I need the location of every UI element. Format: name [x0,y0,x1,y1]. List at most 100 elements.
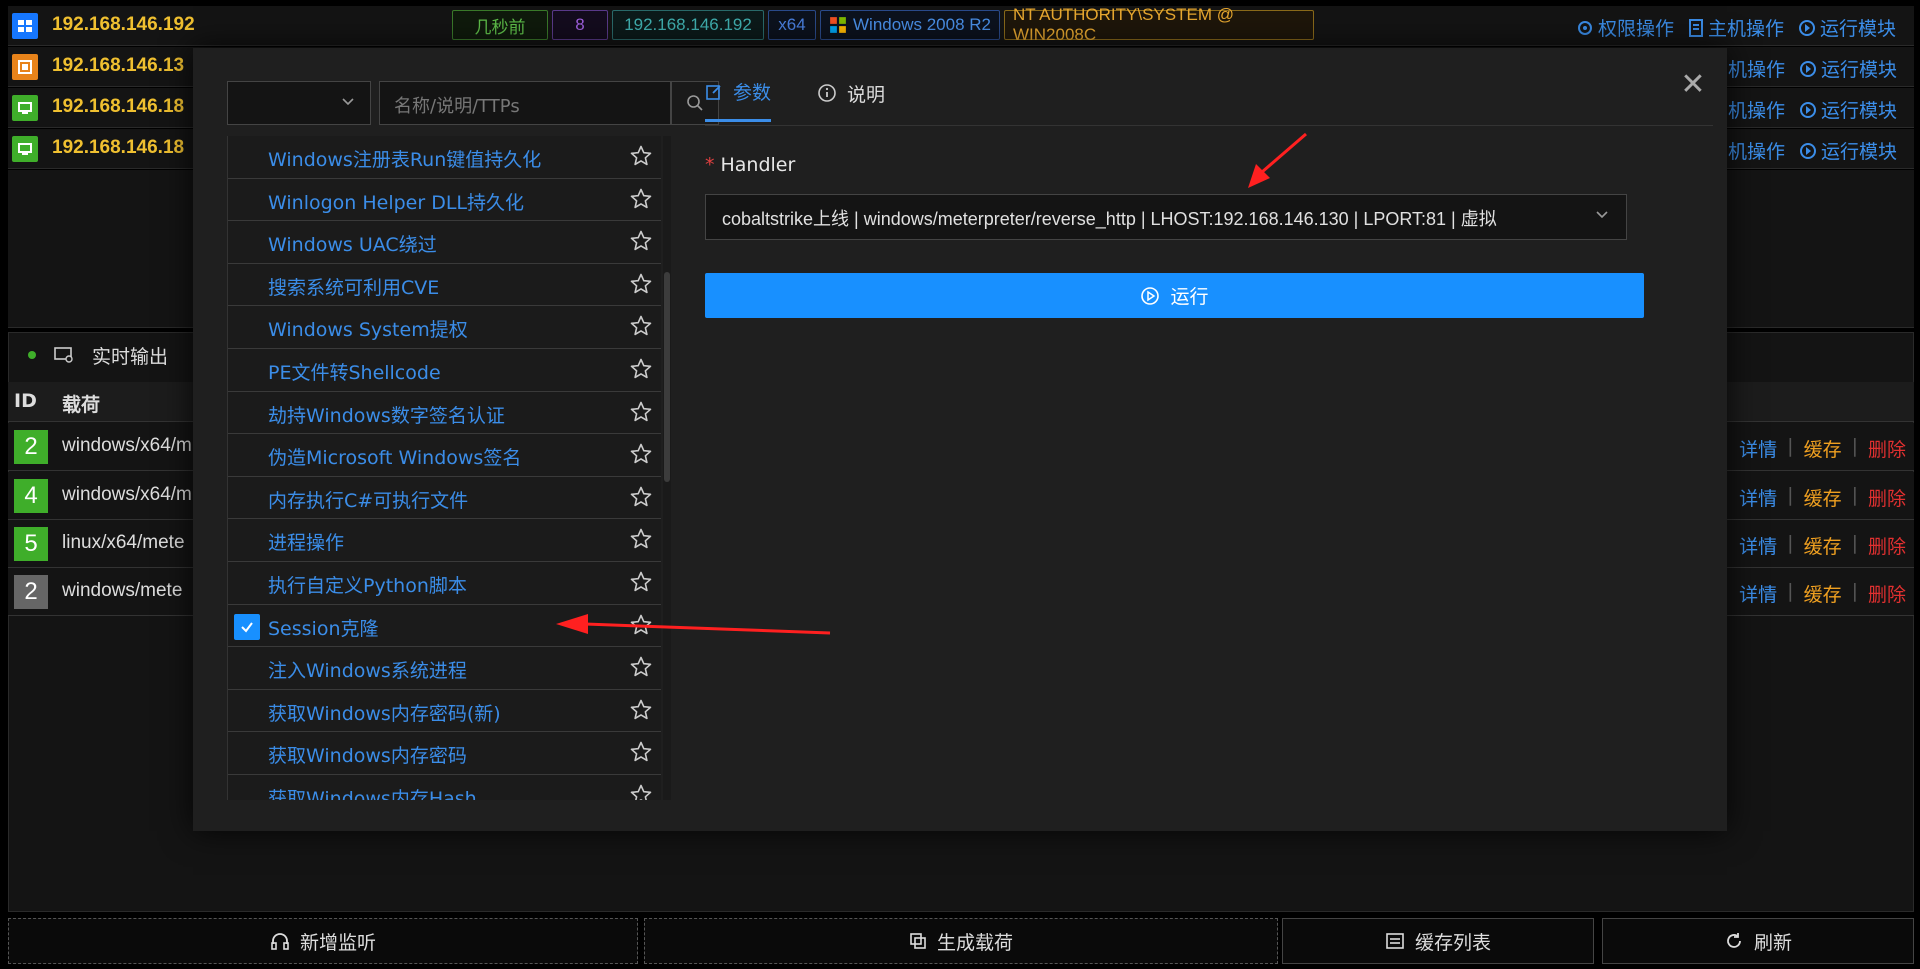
scrollbar-thumb[interactable] [664,272,670,482]
tab-params[interactable]: 参数 [705,78,772,122]
tag-os: Windows 2008 R2 [820,10,1000,40]
tab-description[interactable]: 说明 [817,78,885,122]
list-item[interactable]: 获取Windows内存Hash [228,774,661,800]
run-module-button[interactable]: 运行模块 [1799,96,1897,123]
list-item[interactable]: 进程操作 [228,519,661,562]
cache-link[interactable]: 缓存 [1804,532,1842,559]
list-item[interactable]: 执行自定义Python脚本 [228,561,661,605]
windows-flag-icon [830,17,846,33]
delete-link[interactable]: 删除 [1868,532,1906,559]
detail-link[interactable]: 详情 [1739,532,1777,559]
handler-select[interactable]: cobaltstrike上线 | windows/meterpreter/rev… [705,194,1627,240]
tag-pid: 8 [552,10,608,40]
star-icon[interactable] [629,527,653,556]
host-op-button[interactable]: 机操作 [1728,55,1785,82]
session-id-badge: 4 [14,479,48,513]
host-op-button[interactable]: 主机操作 [1688,14,1784,41]
list-item[interactable]: PE文件转Shellcode [228,348,661,392]
host-row-1[interactable]: 192.168.146.192 几秒前 8 192.168.146.192 x6… [8,5,1914,46]
module-list-scrollbar[interactable] [663,136,671,800]
list-item[interactable]: 注入Windows系统进程 [228,647,661,690]
list-item[interactable]: 获取Windows内存密码(新) [228,689,661,733]
star-icon[interactable] [629,314,653,343]
list-item[interactable]: 搜索系统可利用CVE [228,263,661,307]
list-item[interactable]: Windows注册表Run键值持久化 [228,136,661,179]
star-icon[interactable] [629,485,653,514]
module-list: Windows注册表Run键值持久化 Winlogon Helper DLL持久化… [227,136,661,800]
required-mark: * [705,154,715,176]
star-icon[interactable] [629,655,653,684]
monitor-settings-icon [54,347,73,363]
play-circle-icon [1800,101,1817,118]
list-item[interactable]: Windows UAC绕过 [228,221,661,264]
list-item[interactable]: Windows System提权 [228,306,661,349]
delete-link[interactable]: 删除 [1868,484,1906,511]
privilege-op-button[interactable]: 权限操作 [1576,14,1674,41]
star-icon[interactable] [629,400,653,429]
star-icon[interactable] [629,144,653,173]
run-module-button[interactable]: 运行模块 [1798,14,1896,41]
run-button[interactable]: 运行 [705,273,1644,318]
delete-link[interactable]: 删除 [1868,435,1906,462]
add-listener-button[interactable]: 新增监听 [8,918,638,964]
list-item[interactable]: 获取Windows内存密码 [228,732,661,775]
generate-payload-button[interactable]: 生成载荷 [644,918,1278,964]
run-module-label: 运行模块 [1821,59,1898,81]
module-category-select[interactable] [227,81,371,125]
run-module-label: 运行模块 [1821,100,1898,122]
star-icon[interactable] [629,740,653,769]
star-icon[interactable] [629,783,653,800]
host-ip: 192.168.146.192 [52,14,195,35]
cache-link[interactable]: 缓存 [1804,484,1842,511]
list-item[interactable]: Winlogon Helper DLL持久化 [228,178,661,222]
host-op-label: 机操作 [1728,100,1786,122]
run-module-button[interactable]: 运行模块 [1799,55,1897,82]
module-name: 进程操作 [268,532,345,555]
module-name: 劫持Windows数字签名认证 [268,404,505,427]
star-icon[interactable] [629,613,653,642]
info-icon [818,84,836,102]
list-item[interactable]: 劫持Windows数字签名认证 [228,391,661,435]
row-actions: 详情 | 缓存 | 删除 [1739,435,1906,462]
col-payload: 载荷 [62,394,101,416]
host-ip: 192.168.146.18 [52,137,185,158]
cache-list-button[interactable]: 缓存列表 [1282,918,1594,964]
star-icon[interactable] [629,187,653,216]
list-item[interactable]: Session克隆 [228,604,661,648]
refresh-button[interactable]: 刷新 [1602,918,1914,964]
host-ip: 192.168.146.13 [52,55,185,76]
delete-link[interactable]: 删除 [1868,580,1906,607]
star-icon[interactable] [629,272,653,301]
check-icon [241,621,253,633]
play-circle-icon [1800,60,1817,77]
detail-link[interactable]: 详情 [1739,435,1777,462]
star-icon[interactable] [629,357,653,386]
host-op-button[interactable]: 机操作 [1728,96,1785,123]
star-icon[interactable] [629,229,653,258]
detail-link[interactable]: 详情 [1739,484,1777,511]
row-actions: 详情 | 缓存 | 删除 [1739,484,1906,511]
close-icon[interactable]: ✕ [1678,70,1708,100]
host-ops: 权限操作 主机操作 运行模块 [1576,14,1896,41]
checkbox-checked[interactable] [234,613,260,640]
star-icon[interactable] [629,570,653,599]
cache-link[interactable]: 缓存 [1804,435,1842,462]
row-actions: 详情 | 缓存 | 删除 [1739,580,1906,607]
star-icon[interactable] [629,698,653,727]
list-item[interactable]: 伪造Microsoft Windows签名 [228,434,661,477]
detail-link[interactable]: 详情 [1739,580,1777,607]
play-circle-icon [1141,286,1160,305]
module-search-input[interactable]: 名称/说明/TTPs [379,81,671,125]
module-name: Windows System提权 [268,319,468,342]
host-ops: 机操作 运行模块 [1728,55,1897,82]
star-icon[interactable] [629,442,653,471]
play-circle-icon [1799,19,1816,36]
module-name: 搜索系统可利用CVE [268,276,440,299]
host-op-button[interactable]: 机操作 [1728,137,1785,164]
list-item[interactable]: 内存执行C#可执行文件 [228,476,661,520]
cache-link[interactable]: 缓存 [1804,580,1842,607]
output-tab[interactable]: 实时输出 [8,334,168,376]
module-name: Winlogon Helper DLL持久化 [268,191,525,214]
session-payload: linux/x64/mete [62,532,185,553]
run-module-button[interactable]: 运行模块 [1799,137,1897,164]
